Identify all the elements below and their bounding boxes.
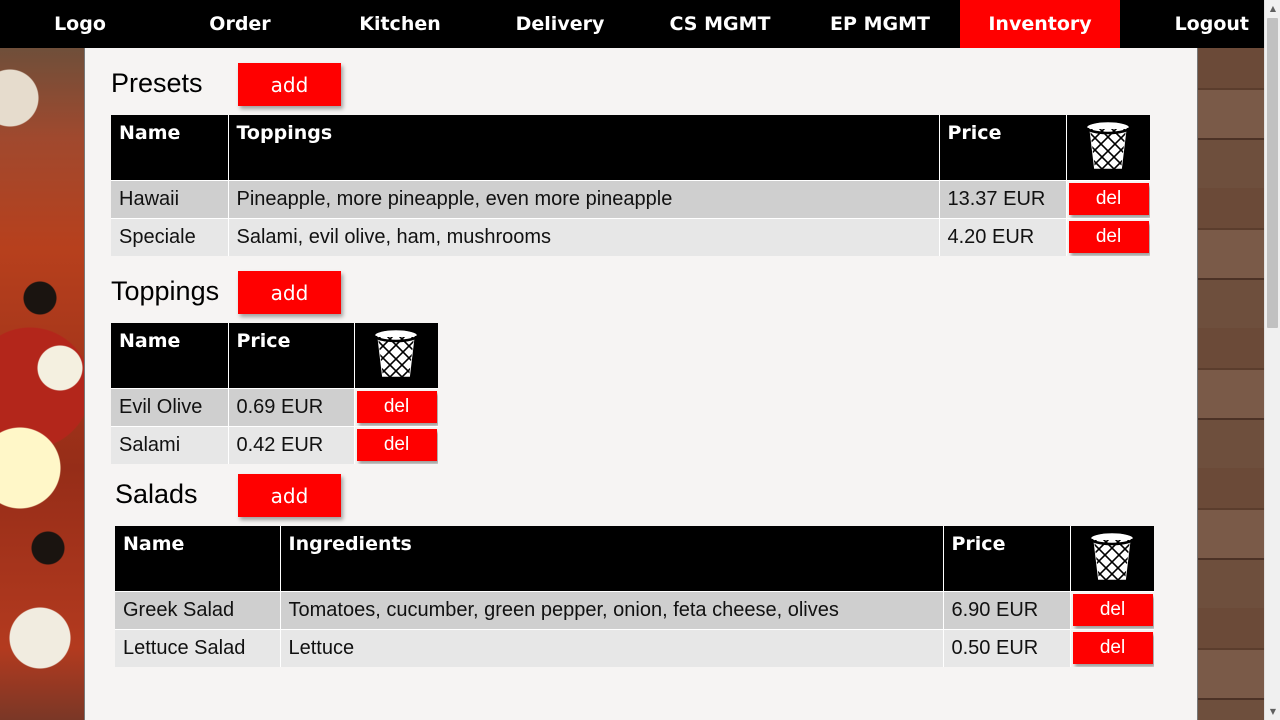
inventory-panel: Presets add Name Toppings Price Hawaii P… (84, 48, 1198, 720)
presets-header-price: Price (939, 115, 1067, 180)
table-row: Salami 0.42 EUR del (111, 425, 438, 464)
table-row: Greek Salad Tomatoes, cucumber, green pe… (115, 590, 1154, 629)
preset-name: Hawaii (111, 179, 229, 218)
nav-cs-mgmt[interactable]: CS MGMT (640, 0, 800, 48)
salads-header-row: Name Ingredients Price (115, 526, 1154, 591)
nav-delivery[interactable]: Delivery (480, 0, 640, 48)
preset-name: Speciale (111, 217, 229, 256)
preset-toppings: Pineapple, more pineapple, even more pin… (228, 179, 940, 218)
table-row: Evil Olive 0.69 EUR del (111, 387, 438, 426)
preset-delete-cell: del (1066, 217, 1150, 256)
presets-table: Name Toppings Price Hawaii Pineapple, mo… (111, 115, 1150, 256)
preset-price: 4.20 EUR (939, 217, 1067, 256)
toppings-header-price: Price (228, 323, 355, 388)
add-topping-button[interactable]: add (238, 271, 341, 314)
toppings-header-name: Name (111, 323, 229, 388)
salad-ingredients: Lettuce (280, 628, 944, 667)
pizza-background-image (0, 48, 84, 720)
topping-name: Evil Olive (111, 387, 229, 426)
preset-price: 13.37 EUR (939, 179, 1067, 218)
salad-delete-cell: del (1070, 628, 1154, 667)
topping-price: 0.69 EUR (228, 387, 355, 426)
trash-icon (1086, 528, 1138, 589)
topping-delete-cell: del (354, 387, 438, 426)
delete-topping-button[interactable]: del (356, 429, 437, 462)
delete-topping-button[interactable]: del (356, 391, 437, 423)
topping-name: Salami (111, 425, 229, 464)
presets-header-delete (1066, 115, 1150, 180)
presets-title: Presets (111, 68, 203, 98)
nav-inventory[interactable]: Inventory (960, 0, 1120, 48)
topping-delete-cell: del (354, 425, 438, 464)
delete-salad-button[interactable]: del (1072, 632, 1153, 665)
salads-header-ingredients: Ingredients (280, 526, 944, 591)
topping-price: 0.42 EUR (228, 425, 355, 464)
delete-preset-button[interactable]: del (1068, 221, 1149, 254)
trash-icon (370, 325, 422, 386)
table-row: Speciale Salami, evil olive, ham, mushro… (111, 217, 1150, 256)
scroll-up-arrow-icon[interactable]: ▲ (1265, 0, 1280, 17)
preset-toppings: Salami, evil olive, ham, mushrooms (228, 217, 940, 256)
scroll-thumb[interactable] (1267, 18, 1278, 328)
add-preset-button[interactable]: add (238, 63, 341, 106)
nav-kitchen[interactable]: Kitchen (320, 0, 480, 48)
salads-header-name: Name (115, 526, 281, 591)
table-row: Lettuce Salad Lettuce 0.50 EUR del (115, 628, 1154, 667)
salad-price: 6.90 EUR (943, 590, 1071, 629)
salad-name: Greek Salad (115, 590, 281, 629)
trash-icon (1082, 117, 1134, 178)
salad-price: 0.50 EUR (943, 628, 1071, 667)
toppings-header-delete (354, 323, 438, 388)
salad-ingredients: Tomatoes, cucumber, green pepper, onion,… (280, 590, 944, 629)
top-navigation: Logo Order Kitchen Delivery CS MGMT EP M… (0, 0, 1264, 48)
nav-order[interactable]: Order (160, 0, 320, 48)
salads-header-delete (1070, 526, 1154, 591)
salads-title: Salads (115, 479, 198, 509)
vertical-scrollbar[interactable]: ▲ ▼ (1264, 0, 1280, 720)
delete-salad-button[interactable]: del (1072, 594, 1153, 626)
delete-preset-button[interactable]: del (1068, 183, 1149, 215)
scroll-down-arrow-icon[interactable]: ▼ (1265, 703, 1280, 720)
toppings-table: Name Price Evil Olive 0.69 EUR del Salam… (111, 323, 438, 464)
salad-delete-cell: del (1070, 590, 1154, 629)
nav-ep-mgmt[interactable]: EP MGMT (800, 0, 960, 48)
salads-header-price: Price (943, 526, 1071, 591)
presets-header-row: Name Toppings Price (111, 115, 1150, 180)
presets-header-toppings: Toppings (228, 115, 940, 180)
salads-table: Name Ingredients Price Greek Salad Tomat… (115, 526, 1154, 667)
wood-background-image (1198, 48, 1264, 720)
add-salad-button[interactable]: add (238, 474, 341, 517)
nav-logo[interactable]: Logo (0, 0, 160, 48)
preset-delete-cell: del (1066, 179, 1150, 218)
presets-header-name: Name (111, 115, 229, 180)
toppings-title: Toppings (111, 276, 220, 306)
toppings-header-row: Name Price (111, 323, 438, 388)
nav-logout[interactable]: Logout (1120, 0, 1264, 48)
salad-name: Lettuce Salad (115, 628, 281, 667)
table-row: Hawaii Pineapple, more pineapple, even m… (111, 179, 1150, 218)
